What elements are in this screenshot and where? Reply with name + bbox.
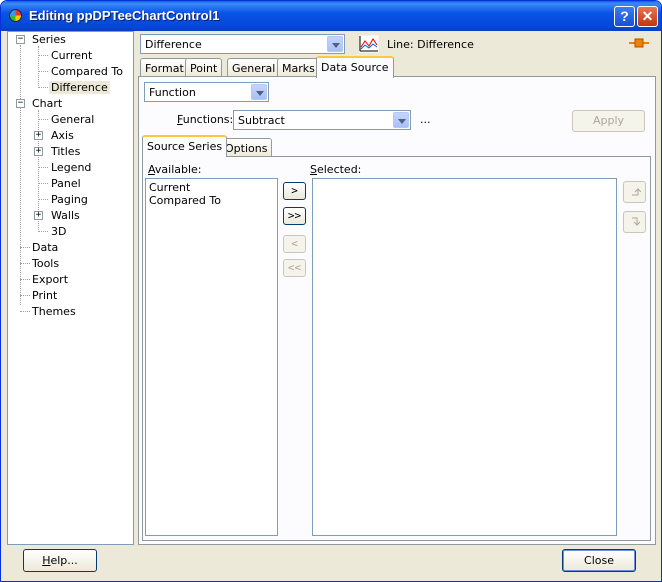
tree-node-titles[interactable]: Titles xyxy=(51,145,80,159)
tree-node-axis[interactable]: Axis xyxy=(51,129,74,143)
chevron-down-icon[interactable] xyxy=(251,84,267,100)
expand-axis-icon[interactable]: + xyxy=(34,131,43,140)
tree-node-current[interactable]: Current xyxy=(51,49,92,63)
move-all-left-button[interactable]: << xyxy=(283,259,306,277)
move-left-button[interactable]: < xyxy=(283,235,306,253)
tree-node-data[interactable]: Data xyxy=(32,241,58,255)
editor-window: Editing ppDPTeeChartControl1 ? ✕ − Serie… xyxy=(0,0,662,582)
move-all-right-button[interactable]: >> xyxy=(283,207,306,225)
tab-format[interactable]: Format xyxy=(140,58,189,77)
tree-line xyxy=(38,199,48,200)
tab-source-series[interactable]: Source Series xyxy=(142,135,228,157)
tree-line xyxy=(38,71,48,72)
move-up-button[interactable] xyxy=(623,181,646,203)
available-series-list[interactable]: Current Compared To xyxy=(145,178,278,536)
tree-node-walls[interactable]: Walls xyxy=(51,209,80,223)
window-title: Editing ppDPTeeChartControl1 xyxy=(29,8,220,23)
tree-line xyxy=(20,295,30,296)
source-type-select[interactable]: Function xyxy=(144,82,269,102)
tree-node-compared-to[interactable]: Compared To xyxy=(51,65,123,79)
selected-series-list[interactable] xyxy=(312,178,617,536)
tree-node-export[interactable]: Export xyxy=(32,273,68,287)
title-close-button[interactable]: ✕ xyxy=(637,6,658,27)
close-button[interactable]: Close xyxy=(562,549,636,572)
tree-node-chart[interactable]: Chart xyxy=(32,97,62,111)
arrow-up-icon xyxy=(631,188,641,196)
expand-titles-icon[interactable]: + xyxy=(34,147,43,156)
series-select-value: Difference xyxy=(145,38,202,51)
tree-node-general[interactable]: General xyxy=(51,113,94,127)
series-select[interactable]: Difference xyxy=(140,34,345,54)
function-value: Subtract xyxy=(238,114,285,127)
tree-line xyxy=(38,87,48,88)
function-options-button[interactable]: ... xyxy=(420,113,431,126)
expand-walls-icon[interactable]: + xyxy=(34,211,43,220)
tree-line xyxy=(38,55,48,56)
tree-node-series[interactable]: Series xyxy=(32,33,66,47)
function-select[interactable]: Subtract xyxy=(233,110,411,130)
help-button[interactable]: Help... xyxy=(23,549,97,572)
tab-data-source[interactable]: Data Source xyxy=(316,56,394,78)
tree-line xyxy=(38,46,39,88)
tree-node-paging[interactable]: Paging xyxy=(51,193,88,207)
chevron-down-icon[interactable] xyxy=(393,112,409,128)
navigation-tree[interactable]: − Series Current Compared To Difference … xyxy=(7,31,134,545)
move-right-button[interactable]: > xyxy=(283,182,306,200)
tree-line xyxy=(38,231,48,232)
list-item[interactable]: Compared To xyxy=(149,194,221,207)
list-item[interactable]: Current xyxy=(149,181,190,194)
title-help-button[interactable]: ? xyxy=(614,6,635,27)
available-label: Available: xyxy=(148,163,202,176)
tab-general[interactable]: General xyxy=(227,58,281,77)
tree-line xyxy=(20,279,30,280)
tab-options[interactable]: Options xyxy=(220,138,273,157)
title-bar: Editing ppDPTeeChartControl1 ? ✕ xyxy=(1,1,661,31)
tree-line xyxy=(38,183,48,184)
line-series-icon xyxy=(359,35,379,53)
collapse-chart-icon[interactable]: − xyxy=(16,99,25,108)
tree-line xyxy=(20,263,30,264)
tree-line xyxy=(20,311,30,312)
functions-label: Functions: xyxy=(177,113,234,126)
tree-node-panel[interactable]: Panel xyxy=(51,177,81,191)
tree-line xyxy=(20,45,21,305)
collapse-series-icon[interactable]: − xyxy=(16,35,25,44)
selected-label: Selected: xyxy=(310,163,362,176)
arrow-down-icon xyxy=(631,217,640,226)
teechart-app-icon xyxy=(9,9,22,22)
tree-node-difference[interactable]: Difference xyxy=(49,81,110,95)
tab-point[interactable]: Point xyxy=(185,58,223,77)
tree-line xyxy=(38,119,48,120)
tree-node-3d[interactable]: 3D xyxy=(51,225,66,239)
chevron-down-icon[interactable] xyxy=(327,36,343,52)
tree-line xyxy=(20,247,30,248)
move-down-button[interactable] xyxy=(623,211,646,233)
tree-node-legend[interactable]: Legend xyxy=(51,161,91,175)
tree-node-print[interactable]: Print xyxy=(32,289,57,303)
tab-marks[interactable]: Marks xyxy=(277,58,320,77)
tree-node-themes[interactable]: Themes xyxy=(32,305,76,319)
source-type-value: Function xyxy=(149,86,196,99)
apply-button[interactable]: Apply xyxy=(572,110,645,132)
tree-node-tools[interactable]: Tools xyxy=(32,257,59,271)
tree-line xyxy=(38,167,48,168)
series-marker-icon xyxy=(629,38,649,48)
series-type-label: Line: Difference xyxy=(387,38,474,51)
